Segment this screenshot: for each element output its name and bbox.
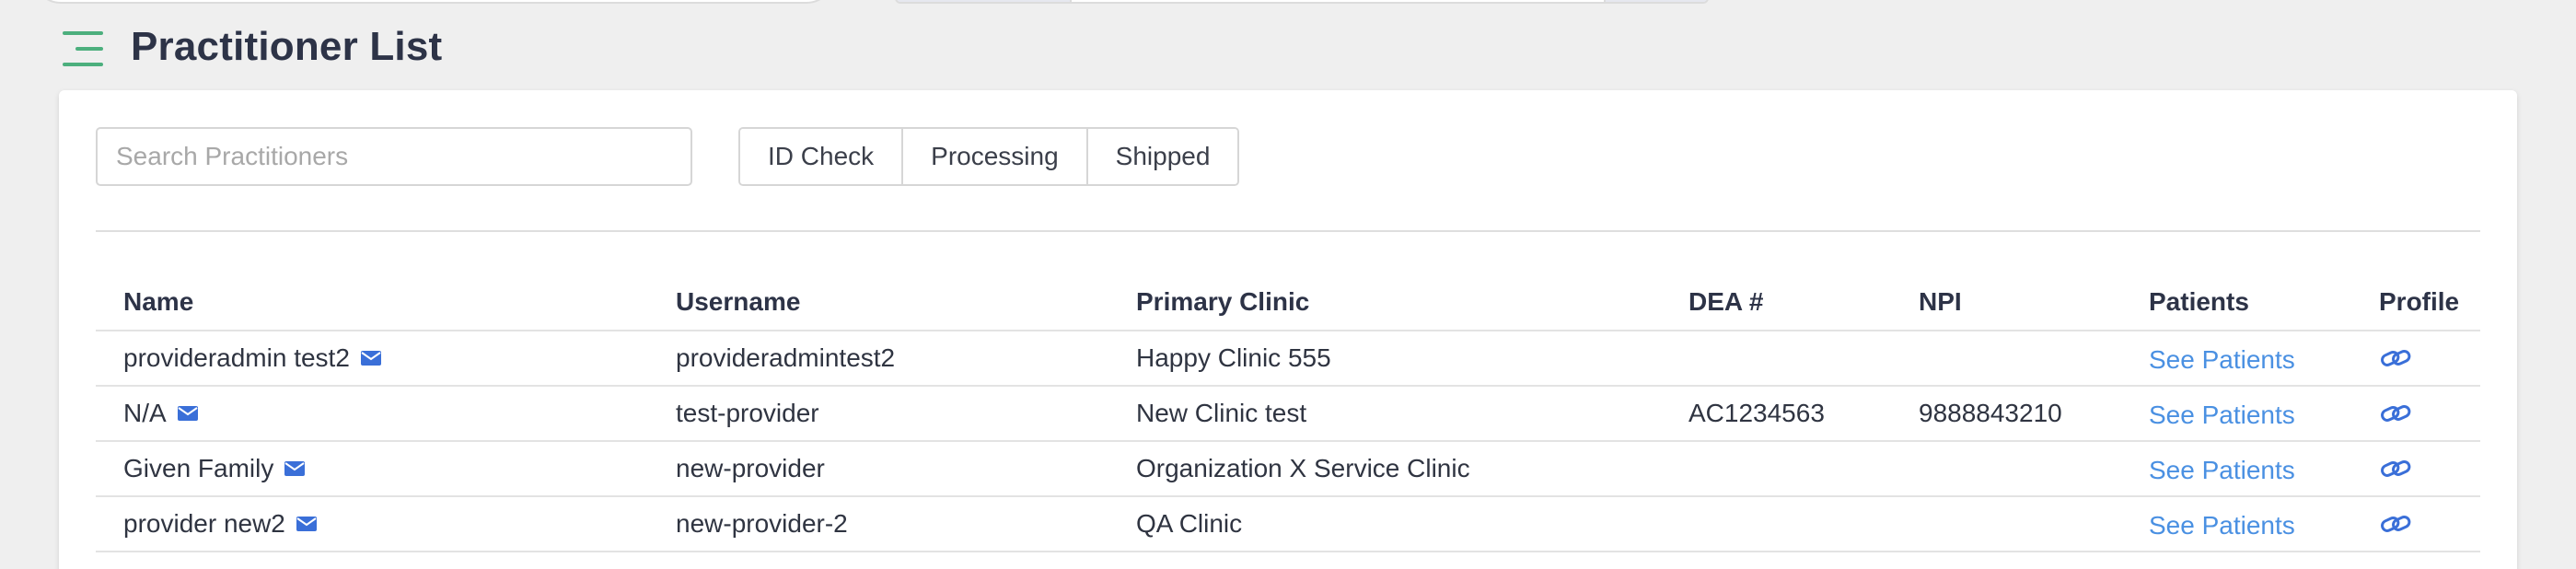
top-tab-1[interactable] bbox=[897, 0, 1072, 2]
column-header-patients: Patients bbox=[2149, 287, 2249, 316]
practitioner-table: Name Username Primary Clinic DEA # NPI P… bbox=[96, 274, 2480, 552]
username-cell: provideradmintest2 bbox=[676, 343, 896, 372]
envelope-icon[interactable] bbox=[296, 517, 317, 531]
see-patients-link[interactable]: See Patients bbox=[2149, 401, 2295, 430]
username-cell: new-provider bbox=[676, 454, 825, 482]
dea-cell: AC1234563 bbox=[1688, 399, 1825, 427]
top-tab-2[interactable] bbox=[1072, 0, 1606, 2]
link-icon[interactable] bbox=[2379, 456, 2412, 482]
column-header-npi[interactable]: NPI bbox=[1919, 274, 1962, 330]
filter-processing-button[interactable]: Processing bbox=[903, 129, 1088, 184]
column-header-username[interactable]: Username bbox=[676, 274, 800, 330]
clinic-cell: QA Clinic bbox=[1136, 509, 1243, 538]
clinic-cell: Happy Clinic 555 bbox=[1136, 343, 1331, 372]
practitioner-name-cell: provideradmin test2 bbox=[123, 331, 381, 385]
practitioner-name: provider new2 bbox=[123, 509, 285, 538]
status-filter-group: ID Check Processing Shipped bbox=[738, 127, 1240, 186]
column-header-profile: Profile bbox=[2379, 287, 2460, 316]
link-icon[interactable] bbox=[2379, 345, 2412, 371]
link-icon[interactable] bbox=[2379, 401, 2412, 426]
username-cell: new-provider-2 bbox=[676, 509, 848, 538]
page: Practitioner List ID Check Processing Sh… bbox=[0, 0, 2576, 569]
page-title: Practitioner List bbox=[131, 24, 443, 69]
top-search-field[interactable] bbox=[33, 0, 834, 4]
table-row: provider new2 new-provider-2 QA Clinic S… bbox=[96, 497, 2480, 552]
patients-cell: See Patients bbox=[2149, 497, 2295, 551]
column-header-name[interactable]: Name bbox=[123, 274, 193, 330]
patients-cell: See Patients bbox=[2149, 387, 2295, 440]
column-header-clinic[interactable]: Primary Clinic bbox=[1136, 274, 1309, 330]
clinic-cell: Organization X Service Clinic bbox=[1136, 454, 1470, 482]
practitioner-card: ID Check Processing Shipped Name Usernam… bbox=[59, 90, 2517, 569]
top-tab-group bbox=[895, 0, 1709, 4]
table-row: Given Family new-provider Organization X… bbox=[96, 442, 2480, 497]
patients-cell: See Patients bbox=[2149, 331, 2295, 385]
practitioner-name-cell: Given Family bbox=[123, 442, 306, 495]
npi-cell: 9888843210 bbox=[1919, 399, 2062, 427]
practitioner-name: Given Family bbox=[123, 454, 274, 482]
see-patients-link[interactable]: See Patients bbox=[2149, 456, 2295, 485]
see-patients-link[interactable]: See Patients bbox=[2149, 345, 2295, 375]
username-cell: test-provider bbox=[676, 399, 819, 427]
filter-shipped-button[interactable]: Shipped bbox=[1087, 129, 1238, 184]
profile-cell bbox=[2379, 497, 2412, 551]
profile-cell bbox=[2379, 442, 2412, 495]
profile-cell bbox=[2379, 331, 2412, 385]
filter-id-check-button[interactable]: ID Check bbox=[740, 129, 904, 184]
table-row: N/A test-provider New Clinic test AC1234… bbox=[96, 387, 2480, 442]
see-patients-link[interactable]: See Patients bbox=[2149, 511, 2295, 540]
top-tab-3[interactable] bbox=[1606, 0, 1707, 2]
envelope-icon[interactable] bbox=[284, 461, 306, 476]
envelope-icon[interactable] bbox=[177, 406, 198, 421]
table-row: provideradmin test2 provideradmintest2 H… bbox=[96, 331, 2480, 387]
search-practitioners-input[interactable] bbox=[96, 127, 692, 186]
practitioner-name: provideradmin test2 bbox=[123, 343, 350, 372]
profile-cell bbox=[2379, 387, 2412, 440]
patients-cell: See Patients bbox=[2149, 442, 2295, 495]
practitioner-name: N/A bbox=[123, 399, 167, 427]
hamburger-menu-icon[interactable] bbox=[63, 31, 107, 68]
link-icon[interactable] bbox=[2379, 511, 2412, 537]
clinic-cell: New Clinic test bbox=[1136, 399, 1307, 427]
table-header-row: Name Username Primary Clinic DEA # NPI P… bbox=[96, 274, 2480, 331]
envelope-icon[interactable] bbox=[360, 351, 381, 366]
divider bbox=[96, 230, 2480, 232]
practitioner-name-cell: N/A bbox=[123, 387, 198, 440]
column-header-dea[interactable]: DEA # bbox=[1688, 274, 1763, 330]
practitioner-name-cell: provider new2 bbox=[123, 497, 317, 551]
